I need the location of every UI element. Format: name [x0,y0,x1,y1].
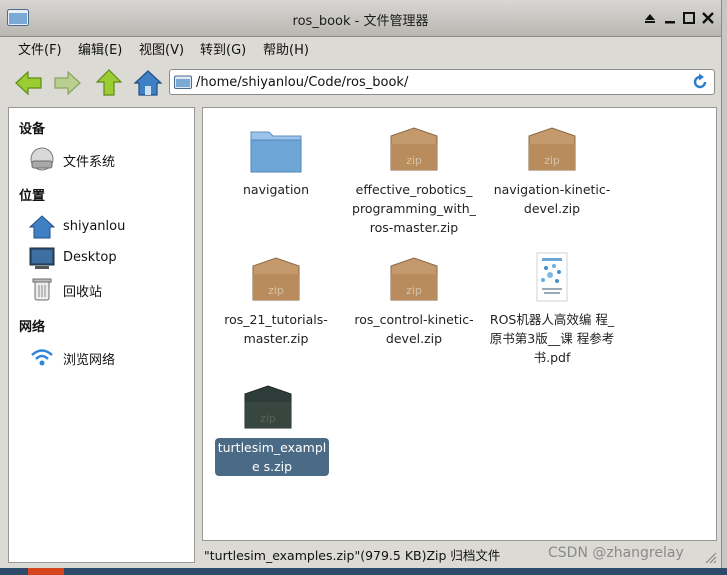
file-name: ROS机器人高效编 程_原书第3版__课 程参考书.pdf [489,312,615,365]
file-item[interactable]: zip effective_robotics_ programming_with… [349,126,479,237]
drive-icon [30,147,54,171]
file-name: ros_control-kinetic- devel.zip [354,312,474,346]
file-item-selected[interactable]: zip turtlesim_example s.zip [203,384,333,476]
file-item[interactable]: zip ros_control-kinetic- devel.zip [349,256,479,348]
watermark: CSDN @zhangrelay [548,545,684,561]
window-title: ros_book - 文件管理器 [292,14,429,29]
sidebar-item-desktop[interactable]: Desktop [29,245,189,271]
file-item[interactable]: zip ros_21_tutorials- master.zip [211,256,341,348]
zip-label: zip [544,154,560,167]
file-manager-window: ros_book - 文件管理器 文件(F) 编辑(E) 视图(V) 转到(G)… [0,0,722,568]
zip-archive-icon: zip [390,127,438,171]
sidebar-item-label: 回收站 [63,285,103,300]
zip-archive-icon: zip [244,385,292,429]
sidebar-item-browse-network[interactable]: 浏览网络 [29,344,189,370]
sidebar-item-label: 浏览网络 [63,353,116,368]
sidebar-item-filesystem[interactable]: 文件系统 [29,146,189,172]
zip-archive-icon: zip [390,257,438,301]
menu-file[interactable]: 文件(F) [18,39,62,58]
sidebar-item-label: Desktop [63,250,117,265]
status-bar: "turtlesim_examples.zip"(979.5 KB)Zip 归档… [204,548,501,563]
folder-icon [174,75,192,89]
file-item[interactable]: ROS机器人高效编 程_原书第3版__课 程参考书.pdf [487,248,617,367]
resize-grip-icon[interactable] [703,550,717,564]
menu-go[interactable]: 转到(G) [200,39,246,58]
file-name: navigation [243,182,309,197]
zip-label: zip [268,284,284,297]
file-view[interactable]: navigation zip effective_robotics_ progr… [202,107,717,541]
desktop-panel [0,568,727,575]
up-arrow-icon[interactable] [94,68,124,98]
zip-label: zip [406,284,422,297]
file-item[interactable]: zip navigation-kinetic- devel.zip [487,126,617,218]
home-icon[interactable] [133,68,163,98]
menu-help[interactable]: 帮助(H) [263,39,309,58]
home-icon [29,215,55,239]
file-name: ros_21_tutorials- master.zip [224,312,328,346]
sidebar: 设备 文件系统 位置 shiyanlou Desktop 回收站 网络 浏览网络 [8,107,195,563]
pdf-thumbnail-icon [536,252,568,302]
sidebar-heading-network: 网络 [19,320,46,335]
zip-archive-icon: zip [252,257,300,301]
location-bar[interactable]: /home/shiyanlou/Code/ros_book/ [169,69,715,95]
zip-label: zip [260,412,276,425]
sidebar-heading-places: 位置 [19,189,46,204]
maximize-icon[interactable] [682,11,696,25]
zip-archive-icon: zip [528,127,576,171]
reload-icon[interactable] [691,73,709,91]
sidebar-item-label: shiyanlou [63,219,126,234]
wifi-icon [31,349,53,366]
sidebar-item-home[interactable]: shiyanlou [29,214,189,240]
file-name: navigation-kinetic- devel.zip [493,182,611,216]
folder-icon [250,131,302,173]
sidebar-item-trash[interactable]: 回收站 [29,276,189,302]
desktop-icon [29,247,55,269]
sidebar-item-label: 文件系统 [63,155,116,170]
trash-icon [32,278,52,301]
close-icon[interactable] [701,11,715,25]
toolbar: /home/shiyanlou/Code/ros_book/ [0,62,721,104]
title-bar[interactable]: ros_book - 文件管理器 [0,0,721,37]
zip-label: zip [406,154,422,167]
menu-edit[interactable]: 编辑(E) [78,39,122,58]
back-arrow-icon[interactable] [14,68,44,98]
file-name: effective_robotics_ programming_with_ ro… [352,182,476,235]
file-item[interactable]: navigation [211,126,341,199]
panel-item [28,568,64,575]
minimize-icon[interactable] [663,11,677,25]
menu-view[interactable]: 视图(V) [139,39,184,58]
menu-bar: 文件(F) 编辑(E) 视图(V) 转到(G) 帮助(H) [0,36,721,60]
location-path[interactable]: /home/shiyanlou/Code/ros_book/ [196,75,408,90]
sidebar-heading-devices: 设备 [19,122,46,137]
forward-arrow-icon[interactable] [52,68,82,98]
shade-icon[interactable] [643,11,657,25]
file-name: turtlesim_example s.zip [215,438,329,476]
